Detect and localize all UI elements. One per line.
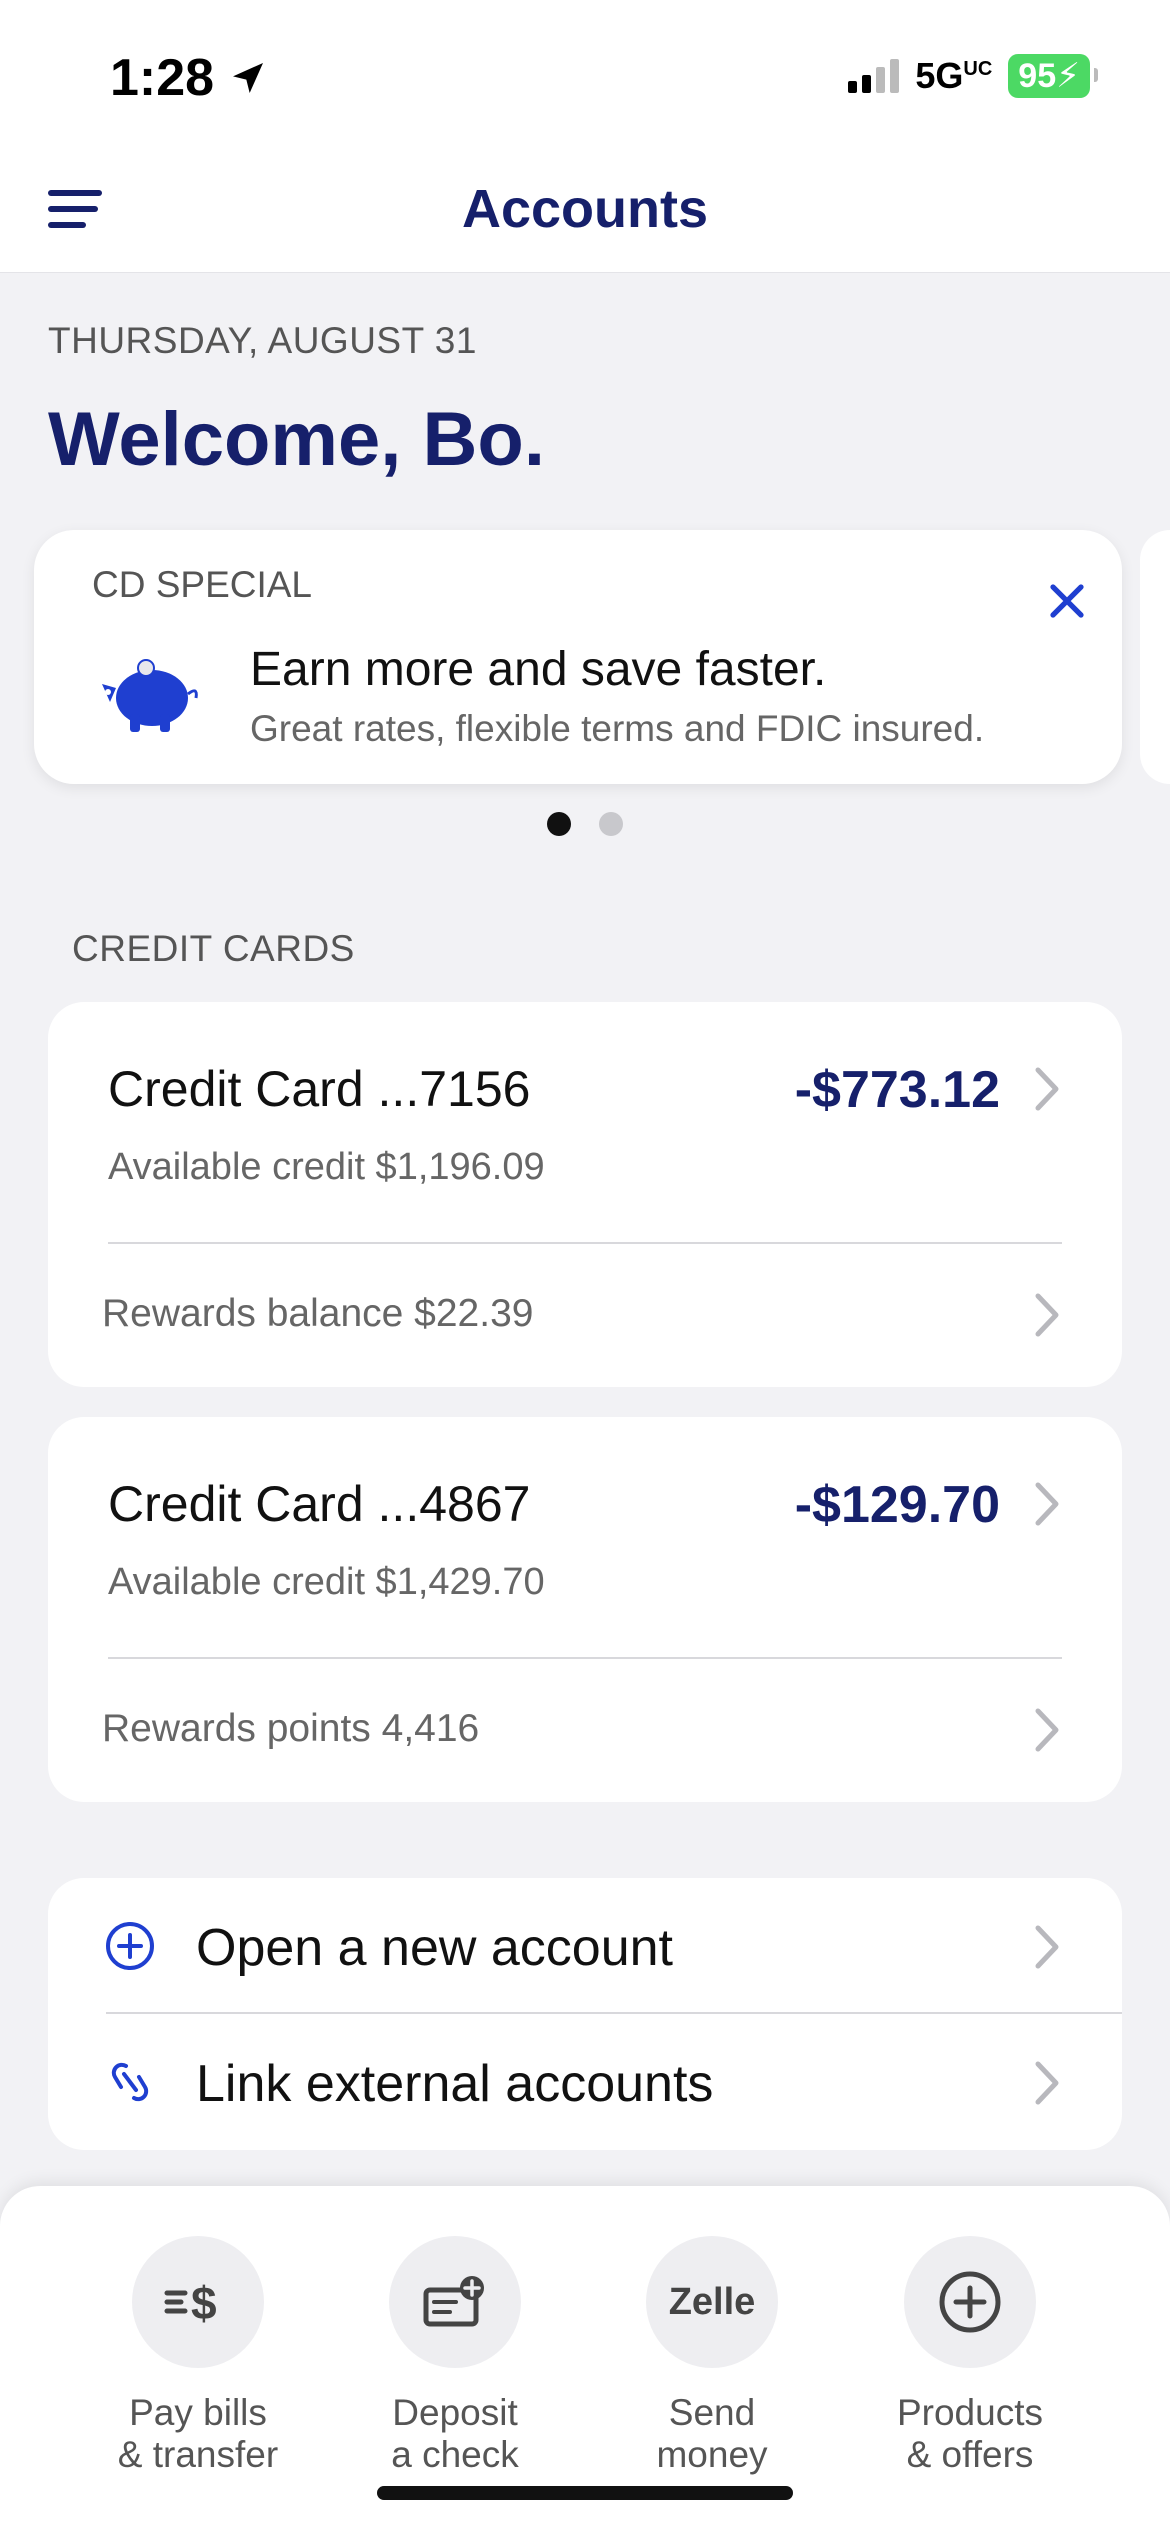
promo-title: Earn more and save faster.	[250, 643, 827, 696]
chevron-right-icon	[1035, 2061, 1059, 2105]
promo-tag: CD SPECIAL	[92, 564, 313, 605]
pay-bills-label: Pay bills & transfer	[117, 2392, 279, 2475]
account-balance: -$129.70	[794, 1476, 1000, 1534]
svg-text:$: $	[191, 2277, 217, 2327]
chevron-right-icon	[1035, 1925, 1059, 1969]
account-card: Credit Card ...7156 -$773.12 Available c…	[48, 1002, 1122, 1387]
rewards-row[interactable]: Rewards points 4,416	[48, 1659, 1122, 1802]
pay-bills-icon: $	[132, 2236, 264, 2368]
products-offers-button[interactable]: Products & offers	[840, 2236, 1100, 2476]
section-label-credit-cards: CREDIT CARDS	[72, 928, 355, 969]
chevron-right-icon	[1035, 1482, 1059, 1526]
rewards-label: Rewards points 4,416	[102, 1707, 480, 1750]
account-name: Credit Card ...4867	[108, 1476, 531, 1532]
signal-icon	[848, 59, 900, 93]
plus-circle-icon	[106, 1922, 154, 1970]
action-label: Link external accounts	[196, 2055, 714, 2113]
link-accounts-row[interactable]: Link external accounts	[48, 2014, 1122, 2150]
promo-subtitle: Great rates, flexible terms and FDIC ins…	[250, 708, 985, 749]
send-money-label: Send money	[656, 2392, 768, 2475]
available-credit: Available credit $1,196.09	[108, 1146, 545, 1188]
action-label: Open a new account	[196, 1919, 673, 1977]
products-offers-label: Products & offers	[896, 2392, 1043, 2475]
network-label: 5GUC	[915, 55, 993, 96]
status-bar: 1:28 5GUC 95⚡	[0, 0, 1170, 150]
next-promo-card[interactable]	[1140, 530, 1170, 784]
send-money-button[interactable]: Zelle Send money	[582, 2236, 842, 2476]
deposit-check-button[interactable]: Deposit a check	[325, 2236, 585, 2476]
account-name: Credit Card ...7156	[108, 1061, 531, 1117]
actions-card: Open a new account Link external account…	[48, 1878, 1122, 2150]
open-account-row[interactable]: Open a new account	[48, 1878, 1122, 2013]
page-title: Accounts	[461, 179, 709, 239]
deposit-check-icon	[389, 2236, 521, 2368]
promo-card[interactable]: CD SPECIAL Earn more and save faster. Gr…	[34, 530, 1122, 784]
status-indicators: 5GUC 95⚡	[848, 54, 1098, 98]
chevron-right-icon	[1035, 1708, 1059, 1752]
close-icon[interactable]	[1032, 566, 1102, 636]
location-arrow-icon	[233, 63, 264, 93]
welcome-heading: Welcome, Bo.	[48, 397, 545, 482]
carousel-dot-1[interactable]	[547, 812, 571, 836]
battery-icon: 95⚡	[1008, 54, 1098, 98]
carousel-dots	[0, 812, 1170, 836]
zelle-icon: Zelle	[646, 2236, 778, 2368]
account-summary-row[interactable]: Credit Card ...7156 -$773.12 Available c…	[48, 1002, 1122, 1244]
rewards-row[interactable]: Rewards balance $22.39	[48, 1244, 1122, 1387]
account-card: Credit Card ...4867 -$129.70 Available c…	[48, 1417, 1122, 1802]
app-header: Accounts	[0, 150, 1170, 273]
link-icon	[111, 2062, 149, 2102]
rewards-label: Rewards balance $22.39	[102, 1292, 534, 1335]
chevron-right-icon	[1035, 1067, 1059, 1111]
home-indicator[interactable]	[377, 2486, 793, 2500]
bottom-action-bar: $ Pay bills & transfer Deposit a check Zel…	[0, 2186, 1170, 2532]
status-time: 1:28	[110, 48, 268, 108]
account-balance: -$773.12	[794, 1061, 1000, 1119]
piggy-bank-icon	[102, 659, 198, 732]
pay-bills-button[interactable]: $ Pay bills & transfer	[68, 2236, 328, 2476]
chevron-right-icon	[1035, 1293, 1059, 1337]
time-text: 1:28	[110, 49, 215, 107]
account-summary-row[interactable]: Credit Card ...4867 -$129.70 Available c…	[48, 1417, 1122, 1659]
date-label: THURSDAY, AUGUST 31	[48, 320, 477, 361]
plus-circle-icon	[904, 2236, 1036, 2368]
available-credit: Available credit $1,429.70	[108, 1561, 545, 1603]
deposit-check-label: Deposit a check	[391, 2392, 519, 2475]
carousel-dot-2[interactable]	[599, 812, 623, 836]
